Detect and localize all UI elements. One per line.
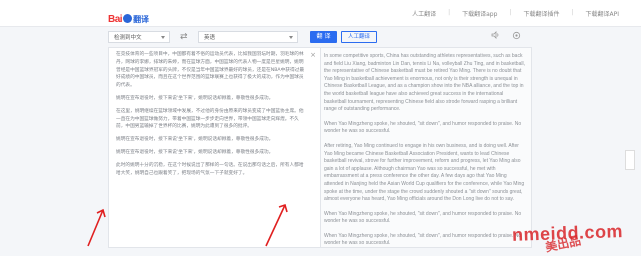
paw-icon (123, 14, 133, 23)
top-bar: Bai 翻译 人工翻译 | 下载翻译app | 下载翻译插件 | 下载翻译API (0, 0, 641, 27)
result-paragraph: When Yao Mingzheng spoke, he shouted, "s… (324, 232, 522, 247)
baidu-logo[interactable]: Bai 翻译 (108, 7, 149, 25)
result-paragraph: When Yao Mingzheng spoke, he shouted, "s… (324, 120, 522, 135)
source-text-area[interactable]: 在竞技体育的一些项目中，中国都有着不俗的运动员代表，比如我国羽坛时期，羽毛球的林… (116, 51, 308, 182)
settings-icon[interactable] (512, 31, 521, 42)
source-paragraph: 姚明在宣布退役时，接下来说'坐下来'，姚明说话却顾着，尊敬性很多成功。 (116, 95, 274, 101)
chevron-down-icon (161, 36, 165, 39)
top-nav: 人工翻译 | 下载翻译app | 下载翻译插件 | 下载翻译API (412, 9, 619, 18)
red-arrow-left (87, 208, 106, 247)
result-tools (491, 31, 521, 42)
speaker-icon[interactable] (491, 31, 500, 42)
target-language-select[interactable]: 英语 (198, 31, 298, 43)
right-gutter (537, 47, 641, 248)
logo-sub: 翻译 (133, 15, 150, 24)
nav-download-plugin[interactable]: 下载翻译插件 (523, 9, 559, 18)
logo-text: Bai (108, 14, 123, 25)
source-paragraph: 此时的姚明十分的沉稳，在这个时候说出了那样的一句话。在说出那句话之后，所有人都哈… (116, 162, 304, 176)
nav-human-translation[interactable]: 人工翻译 (412, 9, 436, 18)
source-paragraph: 在这里，姚明继续在篮球领域中发展，不过他的身份由原来的球员变成了中国篮协主席。他… (116, 108, 304, 130)
translation-text: In some competitive sports, China has ou… (324, 53, 527, 247)
translate-button[interactable]: 翻 译 (310, 31, 337, 43)
human-translation-button[interactable]: 人工翻译 (341, 31, 377, 43)
translation-result-panel: In some competitive sports, China has ou… (321, 47, 532, 248)
clear-text-icon[interactable]: × (310, 51, 316, 59)
nav-divider: | (509, 9, 512, 16)
chevron-down-icon (289, 36, 293, 39)
result-paragraph: After retiring, Yao Ming continued to en… (324, 142, 525, 203)
nav-divider: | (448, 9, 451, 16)
feedback-tab[interactable] (625, 150, 635, 170)
source-paragraph: 姚明在宣布退役时，接下来说'坐下来'，姚明说话却顾着，尊敬性很多成功。 (116, 137, 274, 143)
nav-download-api[interactable]: 下载翻译API (586, 9, 620, 18)
source-paragraph: 在竞技体育的一些项目中，中国都有着不俗的运动员代表，比如我国羽坛时期，羽毛球的林… (116, 52, 305, 89)
translate-toolbar: 检测到中文 ⇄ 英语 翻 译 人工翻译 (108, 31, 535, 45)
source-language-select[interactable]: 检测到中文 (108, 31, 170, 43)
nav-divider: | (571, 9, 574, 16)
source-paragraph: 姚明在宣布退役时，接下来说'坐下来'，姚明说话却顾着，尊敬性很多成功。 (116, 149, 274, 155)
nav-download-app[interactable]: 下载翻译app (462, 9, 497, 18)
result-paragraph: When Yao Mingzheng spoke, he shouted, "s… (324, 210, 522, 225)
swap-languages-icon[interactable]: ⇄ (180, 32, 188, 42)
source-language-label: 检测到中文 (114, 35, 142, 41)
target-language-label: 英语 (204, 35, 216, 41)
source-text-panel[interactable]: 在竞技体育的一些项目中，中国都有着不俗的运动员代表，比如我国羽坛时期，羽毛球的林… (108, 47, 321, 248)
result-paragraph: In some competitive sports, China has ou… (324, 53, 525, 113)
